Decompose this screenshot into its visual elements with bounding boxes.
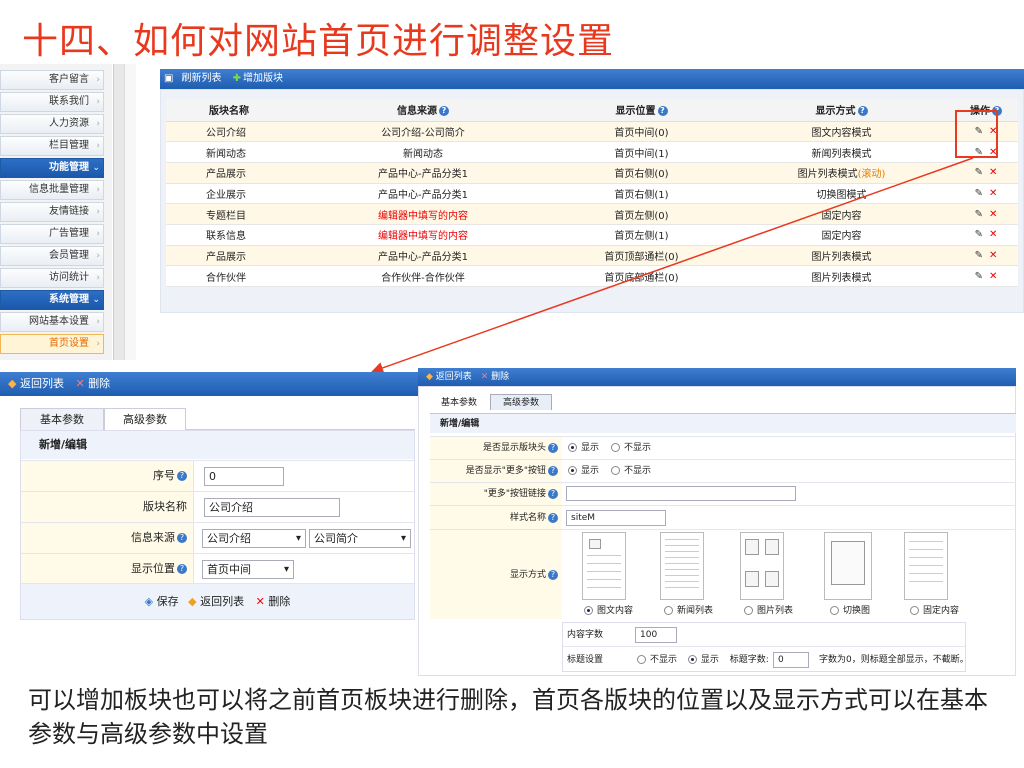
title-setting-label: 标题设置 [567,655,604,665]
title-note: 字数为0，则标题全部显示，不截断。 [819,655,969,665]
form-actions: ◈ 保存 ◆ 返回列表 ✕ 删除 [21,583,414,619]
adv-back-button[interactable]: 返回列表 [436,372,472,382]
adv-row-more-link: "更多"按钮链接? [430,482,1016,505]
mode-option[interactable]: 图片列表 [744,603,793,616]
radio-title-show[interactable] [687,655,697,664]
slide-caption: 可以增加板块也可以将之前首页板块进行删除，首页各版块的位置以及显示方式可以在基本… [28,686,988,748]
back-arrow-icon: ◆ [426,372,433,382]
help-icon[interactable]: ? [548,569,558,580]
content-count-label: 内容字数 [567,630,604,640]
form-heading: 新增/编辑 [21,431,414,459]
form-row-order: 序号? 0 [21,460,414,491]
adv-tab-advanced[interactable]: 高级参数 [490,394,552,410]
mode-radio[interactable] [744,606,753,615]
adv-row-style-name: 样式名称? siteM [430,505,1016,529]
back-to-list-button-2[interactable]: 返回列表 [200,595,244,608]
help-icon[interactable]: ? [548,465,558,476]
radio-hide[interactable] [611,443,621,452]
mode-radio[interactable] [830,606,839,615]
mode-option[interactable]: 图文内容 [584,603,633,616]
delete-icon: ✕ [480,372,489,382]
mode-thumb-news-list[interactable] [660,532,704,600]
help-icon[interactable]: ? [177,564,187,574]
delete-button-2[interactable]: 删除 [268,595,290,608]
help-icon[interactable]: ? [177,471,187,481]
style-name-input[interactable]: siteM [566,510,666,526]
radio-hide[interactable] [611,466,621,475]
title-count-label: 标题字数: [729,655,769,665]
content-count-input[interactable]: 100 [635,627,677,643]
source-select-category[interactable]: 公司介绍 [202,529,306,548]
mode-radio[interactable] [664,606,673,615]
mode-thumb-slideshow[interactable] [824,532,872,600]
adv-heading: 新增/编辑 [430,413,1016,433]
mode-thumb-image-text[interactable] [582,532,626,600]
form-row-position: 显示位置? 首页中间 [21,553,414,584]
more-link-input[interactable] [566,486,796,501]
editor-toolbar: ◆ 返回列表 ✕ 删除 [0,372,420,396]
adv-row-show-more: 是否显示"更多"按钮? 显示 不显示 [430,459,1016,482]
mode-radio[interactable] [910,606,919,615]
save-icon: ◈ [144,595,154,608]
help-icon[interactable]: ? [548,512,558,523]
delete-button[interactable]: 删除 [88,377,110,390]
delete-icon: ✕ [75,377,85,390]
order-input[interactable]: 0 [204,467,284,486]
help-icon[interactable]: ? [177,533,187,543]
form-row-source: 信息来源? 公司介绍 公司简介 [21,522,414,553]
mode-thumb-image-list[interactable] [740,532,784,600]
title-count-input[interactable]: 0 [773,652,809,668]
back-to-list-button[interactable]: 返回列表 [20,377,64,390]
mode-thumb-fixed[interactable] [904,532,948,600]
save-button[interactable]: 保存 [157,595,179,608]
position-select[interactable]: 首页中间 [202,560,294,579]
source-select-item[interactable]: 公司简介 [309,529,411,548]
advanced-toolbar: ◆ 返回列表 ✕ 删除 [418,368,1016,386]
radio-title-hide[interactable] [637,655,646,664]
mode-option[interactable]: 固定内容 [910,603,959,616]
mode-radio[interactable] [584,606,593,615]
radio-show[interactable] [568,466,577,475]
mode-option[interactable]: 新闻列表 [664,603,713,616]
adv-row-show-header: 是否显示版块头? 显示 不显示 [430,436,1016,459]
block-name-input[interactable]: 公司介绍 [204,498,340,517]
help-icon[interactable]: ? [548,442,558,453]
help-icon[interactable]: ? [548,488,558,499]
mode-option[interactable]: 切换图 [830,603,870,616]
adv-delete-button[interactable]: 删除 [491,372,509,382]
tab-advanced[interactable]: 高级参数 [104,408,186,430]
form-row-name: 版块名称 公司介绍 [21,491,414,522]
radio-show[interactable] [568,443,577,452]
adv-tab-basic[interactable]: 基本参数 [430,394,488,410]
back-arrow-icon: ◆ [188,595,197,608]
editor-tabs: 基本参数 高级参数 [20,408,415,430]
delete-icon: ✕ [255,595,265,608]
editor-form: 新增/编辑 序号? 0 版块名称 公司介绍 信息来源? 公司介绍 公司简介 显示… [20,430,415,620]
tab-basic[interactable]: 基本参数 [20,408,104,430]
back-arrow-icon: ◆ [8,377,17,390]
adv-subsettings: 内容字数 100 标题设置 不显示 显示 标题字数: 0 字数为0，则标题全部显… [562,622,969,672]
